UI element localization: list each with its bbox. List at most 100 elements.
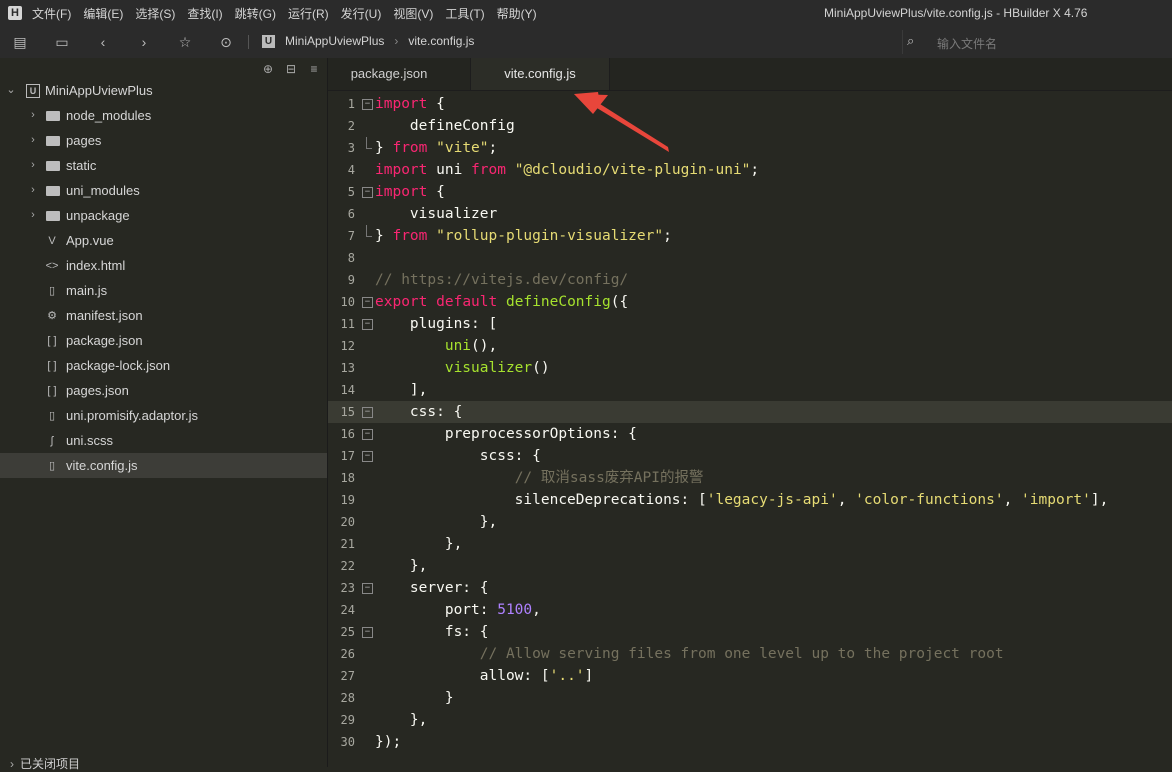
back-icon[interactable]: ‹	[95, 34, 111, 50]
menu-icon[interactable]: ≡	[307, 62, 321, 76]
fold-toggle-icon[interactable]: −	[362, 583, 373, 594]
locate-icon[interactable]: ⊕	[261, 62, 275, 76]
menu-item[interactable]: 视图(V)	[393, 5, 433, 22]
menu-item[interactable]: 跳转(G)	[235, 5, 276, 22]
code-line[interactable]: 20 },	[328, 511, 1172, 533]
code-line[interactable]: 13 visualizer()	[328, 357, 1172, 379]
code-line[interactable]: 24 port: 5100,	[328, 599, 1172, 621]
menu-item[interactable]: 运行(R)	[288, 5, 329, 22]
code-line[interactable]: 15− css: {	[328, 401, 1172, 423]
fold-toggle-icon[interactable]: −	[362, 297, 373, 308]
menu-item[interactable]: 选择(S)	[135, 5, 175, 22]
code-line[interactable]: 21 },	[328, 533, 1172, 555]
code-line[interactable]: 28 }	[328, 687, 1172, 709]
fold-end-marker	[366, 225, 372, 237]
fold-toggle-icon[interactable]: −	[362, 627, 373, 638]
tab-package-json[interactable]: package.json	[328, 58, 450, 90]
code-line[interactable]: 11− plugins: [	[328, 313, 1172, 335]
menu-bar: H 文件(F) 编辑(E) 选择(S) 查找(I) 跳转(G) 运行(R) 发行(U) 视图(…	[0, 0, 1172, 26]
code-line[interactable]: 30});	[328, 731, 1172, 753]
line-number: 7	[347, 229, 355, 243]
code-editor[interactable]: 1− import {2 defineConfig 3} from "vite"; 4…	[328, 93, 1172, 767]
code-line[interactable]: 17− scss: {	[328, 445, 1172, 467]
run-icon[interactable]: ⊙	[218, 34, 234, 50]
code-line[interactable]: 9 // https://vitejs.dev/config/	[328, 269, 1172, 291]
code-line[interactable]: 7} from "rollup-plugin-visualizer";	[328, 225, 1172, 247]
code-text: // Allow serving files from one level up…	[479, 646, 1004, 662]
code-line[interactable]: 4 import uni from "@dcloudio/vite-plugin-…	[328, 159, 1172, 181]
menu-item[interactable]: 帮助(Y)	[497, 5, 537, 22]
code-line[interactable]: 19 silenceDeprecations: ['legacy-js-api'…	[328, 489, 1172, 511]
code-line[interactable]: 1− import {	[328, 93, 1172, 115]
project-icon: U	[26, 84, 40, 98]
line-number: 21	[340, 537, 355, 551]
code-text: // 取消sass废弃API的报警	[514, 470, 704, 486]
breadcrumb-project[interactable]: MiniAppUviewPlus	[285, 34, 384, 48]
code-line[interactable]: 12 uni(),	[328, 335, 1172, 357]
menu-item[interactable]: 工具(T)	[445, 5, 484, 22]
chevron-right-icon: ›	[31, 109, 35, 121]
collapse-icon[interactable]: ⊟	[284, 62, 298, 76]
search-placeholder[interactable]: 输入文件名	[937, 35, 997, 52]
tree-item-package-json[interactable]: [ ] package.json	[0, 328, 327, 353]
fold-toggle-icon[interactable]: −	[362, 99, 373, 110]
tab-vite-config-js[interactable]: vite.config.js	[470, 58, 610, 90]
tree-item-unpackage[interactable]: › unpackage	[0, 203, 327, 228]
hbuilder-logo-icon: H	[8, 6, 22, 20]
new-file-icon[interactable]: ▤	[12, 34, 28, 50]
tree-item-package-lock-json[interactable]: [ ] package-lock.json	[0, 353, 327, 378]
fold-toggle-icon[interactable]: −	[362, 407, 373, 418]
line-number: 2	[347, 119, 355, 133]
code-line[interactable]: 10− export default defineConfig({	[328, 291, 1172, 313]
code-line[interactable]: 14 ],	[328, 379, 1172, 401]
tree-item-vite-config-js[interactable]: ▯ vite.config.js	[0, 453, 327, 478]
code-line[interactable]: 29 },	[328, 709, 1172, 731]
tree-item-main-js[interactable]: ▯ main.js	[0, 278, 327, 303]
project-icon: U	[262, 34, 275, 48]
code-line[interactable]: 2 defineConfig	[328, 115, 1172, 137]
code-line[interactable]: 18 // 取消sass废弃API的报警	[328, 467, 1172, 489]
fold-toggle-icon[interactable]: −	[362, 319, 373, 330]
fold-toggle-icon[interactable]: −	[362, 429, 373, 440]
code-line[interactable]: 16− preprocessorOptions: {	[328, 423, 1172, 445]
menu-item[interactable]: 编辑(E)	[83, 5, 123, 22]
tree-item-manifest-json[interactable]: ⚙ manifest.json	[0, 303, 327, 328]
closed-projects[interactable]: › 已关闭项目	[10, 755, 80, 772]
fold-toggle-icon[interactable]: −	[362, 451, 373, 462]
code-line[interactable]: 3} from "vite";	[328, 137, 1172, 159]
tree-item-static[interactable]: › static	[0, 153, 327, 178]
toolbar-divider	[248, 35, 249, 49]
menu-item[interactable]: 发行(U)	[341, 5, 382, 22]
code-line[interactable]: 26 // Allow serving files from one level…	[328, 643, 1172, 665]
project-label: MiniAppUviewPlus	[45, 83, 153, 98]
line-number: 20	[340, 515, 355, 529]
star-icon[interactable]: ☆	[177, 34, 193, 50]
tree-item-pages[interactable]: › pages	[0, 128, 327, 153]
tree-item-index-html[interactable]: <> index.html	[0, 253, 327, 278]
tree-item-uni-promisify-adaptor-js[interactable]: ▯ uni.promisify.adaptor.js	[0, 403, 327, 428]
save-icon[interactable]: ▭	[54, 34, 70, 50]
tree-item-label: static	[66, 158, 97, 173]
tree-item-uni-modules[interactable]: › uni_modules	[0, 178, 327, 203]
tree-item-pages-json[interactable]: [ ] pages.json	[0, 378, 327, 403]
breadcrumb-file[interactable]: vite.config.js	[408, 34, 474, 48]
code-text: scss: {	[375, 448, 541, 464]
line-number: 23	[340, 581, 355, 595]
tree-item-app-vue[interactable]: V App.vue	[0, 228, 327, 253]
tree-item-node-modules[interactable]: › node_modules	[0, 103, 327, 128]
menu-item[interactable]: 查找(I)	[187, 5, 222, 22]
code-line[interactable]: 6 visualizer	[328, 203, 1172, 225]
code-line[interactable]: 23− server: {	[328, 577, 1172, 599]
code-line[interactable]: 5− import {	[328, 181, 1172, 203]
tree-item-uni-scss[interactable]: ʃ uni.scss	[0, 428, 327, 453]
json-file-icon: [ ]	[47, 385, 57, 397]
project-root[interactable]: ⌄ U MiniAppUviewPlus	[0, 78, 327, 103]
code-line[interactable]: 8	[328, 247, 1172, 269]
forward-icon[interactable]: ›	[136, 34, 152, 50]
file-search[interactable]: ⌕ 输入文件名	[902, 30, 1172, 54]
code-line[interactable]: 22 },	[328, 555, 1172, 577]
code-line[interactable]: 27 allow: ['..']	[328, 665, 1172, 687]
menu-item[interactable]: 文件(F)	[32, 5, 71, 22]
code-line[interactable]: 25− fs: {	[328, 621, 1172, 643]
fold-toggle-icon[interactable]: −	[362, 187, 373, 198]
